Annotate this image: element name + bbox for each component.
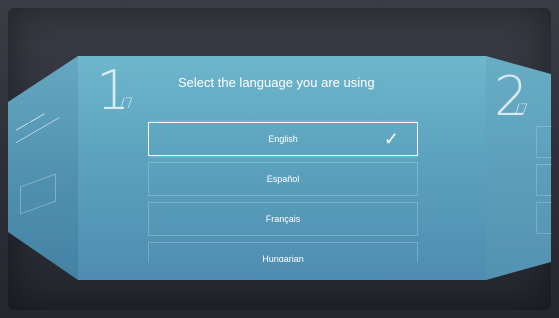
step-total-next: /7 <box>515 102 529 118</box>
right-side-panel: 2 /7 <box>0 0 559 318</box>
next-step-option <box>536 202 552 234</box>
next-step-option <box>536 126 552 158</box>
right-panel-shape <box>486 56 551 280</box>
next-step-option <box>536 164 552 196</box>
